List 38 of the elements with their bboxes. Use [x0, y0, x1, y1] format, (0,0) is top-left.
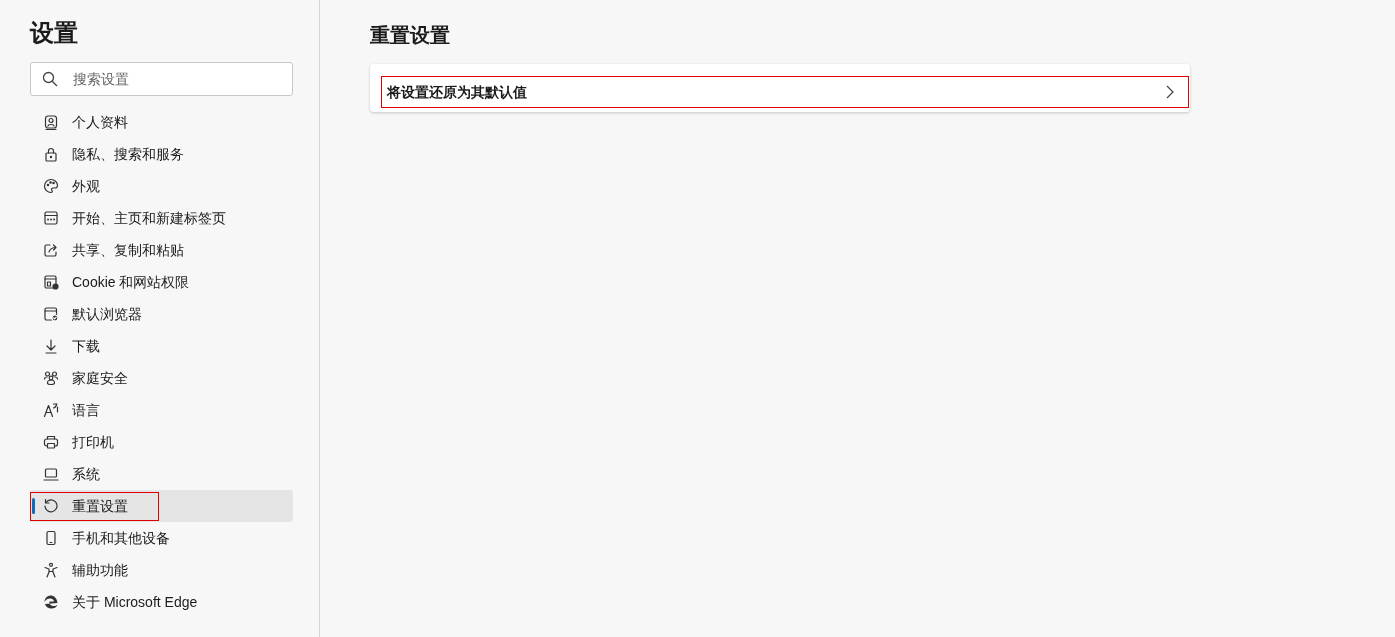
family-icon	[43, 370, 59, 386]
sidebar-item[interactable]: 共享、复制和粘贴	[30, 234, 293, 266]
laptop-icon	[43, 466, 59, 482]
sidebar-item[interactable]: 个人资料	[30, 106, 293, 138]
lock-icon	[43, 146, 59, 162]
sidebar-item[interactable]: 家庭安全	[30, 362, 293, 394]
profile-icon	[43, 114, 59, 130]
sidebar-item[interactable]: 辅助功能	[30, 554, 293, 586]
sidebar-item[interactable]: 手机和其他设备	[30, 522, 293, 554]
palette-icon	[43, 178, 59, 194]
printer-icon	[43, 434, 59, 450]
sidebar-item[interactable]: 开始、主页和新建标签页	[30, 202, 293, 234]
sidebar-item[interactable]: 语言	[30, 394, 293, 426]
browser-check-icon	[43, 306, 59, 322]
sidebar-item[interactable]: 下载	[30, 330, 293, 362]
sidebar-item[interactable]: 重置设置	[30, 490, 293, 522]
language-icon	[43, 402, 59, 418]
accessibility-icon	[43, 562, 59, 578]
search-field[interactable]: 搜索设置	[30, 62, 293, 96]
search-icon	[42, 71, 58, 87]
chevron-right-icon	[1166, 85, 1174, 99]
settings-title: 设置	[30, 18, 79, 48]
sidebar-item[interactable]: Cookie 和网站权限	[30, 266, 293, 298]
reset-row[interactable]: 将设置还原为其默认值	[381, 76, 1189, 108]
page-title: 重置设置	[370, 23, 451, 48]
site-permissions-icon	[43, 274, 59, 290]
new-tab-icon	[43, 210, 59, 226]
reset-icon	[43, 498, 59, 514]
download-icon	[43, 338, 59, 354]
sidebar-item[interactable]: 默认浏览器	[30, 298, 293, 330]
phone-icon	[43, 530, 59, 546]
sidebar-item[interactable]: 系统	[30, 458, 293, 490]
sidebar-item[interactable]: 打印机	[30, 426, 293, 458]
share-icon	[43, 242, 59, 258]
sidebar-item[interactable]: 隐私、搜索和服务	[30, 138, 293, 170]
sidebar-item[interactable]: 关于 Microsoft Edge	[30, 586, 293, 618]
edge-logo-icon	[43, 594, 59, 610]
sidebar-item[interactable]: 外观	[30, 170, 293, 202]
